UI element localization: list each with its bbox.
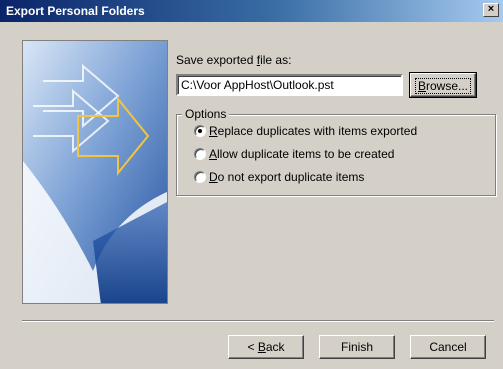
options-legend: Options [182, 107, 230, 121]
radio-button-checked[interactable] [194, 125, 206, 137]
wizard-banner-image [22, 40, 168, 304]
cancel-button[interactable]: Cancel [410, 335, 486, 359]
radio-button[interactable] [194, 171, 206, 183]
title-bar: Export Personal Folders × [0, 0, 503, 22]
back-button[interactable]: < Back [228, 335, 304, 359]
browse-button[interactable]: Browse... [409, 72, 477, 98]
export-dialog: Export Personal Folders × Save exported … [0, 0, 503, 369]
radio-button[interactable] [194, 148, 206, 160]
footer-separator [22, 320, 494, 322]
window-title: Export Personal Folders [6, 4, 145, 18]
finish-button[interactable]: Finish [319, 335, 395, 359]
close-button[interactable]: × [483, 3, 499, 17]
file-path-input[interactable] [176, 74, 403, 96]
close-icon: × [487, 3, 495, 15]
export-arrows-icon [23, 41, 167, 303]
save-file-label: Save exported file as: [176, 53, 292, 67]
